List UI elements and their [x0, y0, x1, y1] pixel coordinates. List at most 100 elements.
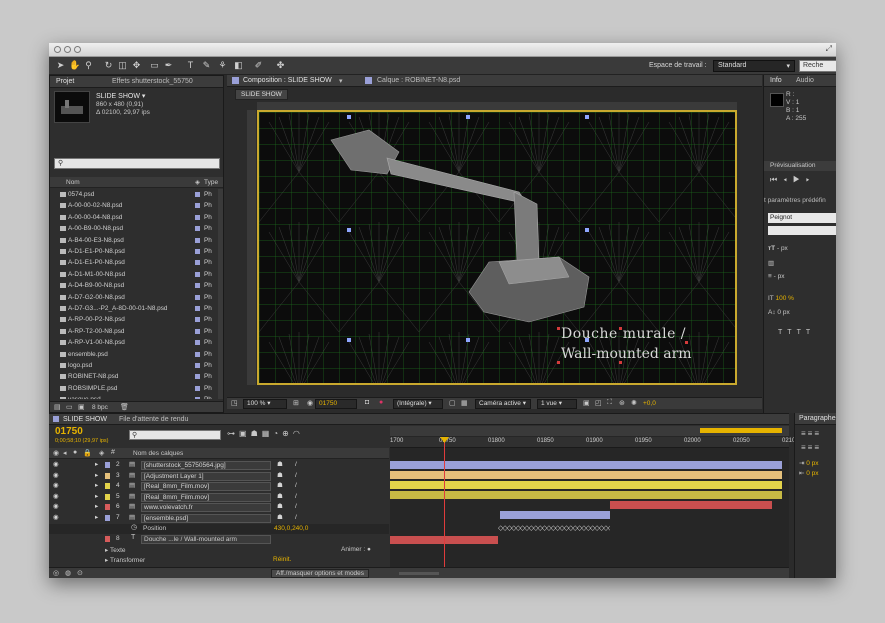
fx-switch-icon[interactable]: / [295, 471, 297, 481]
interpret-icon[interactable]: ▤ [54, 403, 61, 411]
fx-switch-icon[interactable]: / [295, 481, 297, 491]
layer-row[interactable]: ◉ ▸ 7 ▤ [ensemble.psd] ☗ / [49, 513, 389, 523]
layer-name[interactable]: [shutterstock_55750564.jpg] [141, 461, 271, 470]
hand-tool-icon[interactable]: ✋ [69, 60, 80, 71]
transfer-controls-icon[interactable]: ◍ [65, 569, 71, 577]
camera-tool-icon[interactable]: ◫ [117, 60, 128, 71]
tab-render-queue[interactable]: File d'attente de rendu [119, 416, 188, 423]
mask-tool-icon[interactable]: ▭ [149, 60, 160, 71]
project-file-row[interactable]: logo.psd Ph [50, 360, 218, 371]
project-file-row[interactable]: A-D4-B9-00-N8.psd Ph [50, 280, 218, 291]
time-ruler[interactable]: 1700 01750 01800 01850 01900 01950 02000 02050 0… [390, 437, 795, 448]
project-file-row[interactable]: A-D1-E1-P0-N8.psd Ph [50, 257, 218, 268]
project-file-row[interactable]: A-00-00-04-N8.psd Ph [50, 212, 218, 223]
keyframes-row[interactable]: ◇◇◇◇◇◇◇◇◇◇◇◇◇◇◇◇◇◇◇◇◇◇◇◇◇◇◇◇ [498, 525, 610, 533]
visibility-eye-icon[interactable]: ◉ [53, 492, 59, 502]
camera-snapshot-icon[interactable]: ◘ [365, 399, 369, 406]
project-file-row[interactable]: ROBINET-N8.psd Ph [50, 371, 218, 382]
timeline-search-input[interactable]: ⚲ [129, 430, 221, 440]
justify-left-icon[interactable]: ≡ [801, 443, 808, 452]
fast-preview-icon[interactable]: ◰ [595, 399, 602, 407]
brush-tool-icon[interactable]: ✎ [201, 60, 212, 71]
expand-arrow-icon[interactable]: ▸ [95, 471, 98, 481]
pen-tool-icon[interactable]: ✒ [163, 60, 174, 71]
layer-name[interactable]: [Adjustment Layer 1] [141, 471, 271, 481]
shy-switch-icon[interactable]: ☗ [277, 513, 283, 523]
tab-effects[interactable]: Effets shutterstock_55750 [112, 78, 193, 85]
col-name[interactable]: Nom [66, 179, 80, 186]
motion-blur-icon[interactable]: ◔ [273, 429, 282, 438]
expand-arrow-icon[interactable]: ▸ [95, 492, 98, 502]
col-layer-name[interactable]: Nom des calques [133, 450, 183, 457]
exposure-icon[interactable]: ✺ [631, 399, 637, 407]
layer-row[interactable]: ◉ ▸ 3 ▤ [Adjustment Layer 1] ☗ / [49, 471, 389, 481]
visibility-eye-icon[interactable]: ◉ [53, 513, 59, 523]
transparency-grid-icon[interactable]: ▦ [461, 399, 468, 407]
project-file-row[interactable]: A-00-00-02-N8.psd Ph [50, 200, 218, 211]
text-group[interactable]: ▸ Texte [105, 546, 126, 554]
shy-switch-icon[interactable]: ☗ [277, 481, 283, 491]
align-right-icon[interactable]: ≡ [814, 429, 821, 438]
track-bar-4[interactable] [390, 481, 782, 489]
bpc-label[interactable]: 8 bpc [92, 404, 108, 411]
layer-row[interactable]: ◉ ▸ 2 ▤ [shutterstock_55750564.jpg] ☗ / [49, 460, 389, 470]
minimize-window-button[interactable] [64, 46, 71, 53]
track-bar-6[interactable] [610, 501, 772, 509]
draft-3d-icon[interactable]: ▣ [239, 429, 251, 438]
comp-breadcrumb[interactable]: SLIDE SHOW [235, 89, 288, 100]
animate-menu[interactable]: Animer : ● [341, 546, 371, 553]
exposure-value[interactable]: +0,0 [643, 400, 656, 407]
stroke-value[interactable]: - px [774, 273, 785, 280]
layer-name[interactable]: [ensemble.psd] [141, 514, 271, 523]
col-type[interactable]: Type [204, 179, 218, 186]
project-file-row[interactable]: ROBSIMPLE.psd Ph [50, 383, 218, 394]
tab-composition[interactable]: Composition : SLIDE SHOW [243, 77, 332, 84]
project-file-row[interactable]: A-RP-V1-00-N8.psd Ph [50, 337, 218, 348]
camera-select[interactable]: Caméra active ▾ [475, 399, 531, 409]
first-frame-icon[interactable]: ⏮ [770, 175, 783, 184]
expand-arrow-icon[interactable]: ▸ [95, 460, 98, 470]
position-row[interactable]: ◷ Position 430,0,240,0 [49, 524, 389, 534]
reset-link[interactable]: Réinit. [273, 556, 291, 563]
scale-value[interactable]: 100 % [775, 295, 793, 302]
zoom-tool-icon[interactable]: ⚲ [83, 60, 94, 71]
tab-preview[interactable]: Prévisualisation [770, 162, 816, 169]
layer-switches-icon[interactable]: ◎ [53, 569, 59, 577]
tab-audio[interactable]: Audio [796, 77, 814, 84]
always-preview-icon[interactable]: ◳ [231, 399, 238, 407]
project-file-row[interactable]: A-D7-G3...-P2_A-8D-00-01-N8.psd Ph [50, 303, 218, 314]
visibility-eye-icon[interactable]: ◉ [53, 471, 59, 481]
stopwatch-icon[interactable]: ◷ [131, 523, 137, 531]
tab-paragraph[interactable]: Paragraphe [799, 415, 836, 422]
project-file-row[interactable]: vasque.psd Ph [50, 394, 218, 399]
layer-row[interactable]: ◉ ▸ 5 ▤ [Real_8mm_Film.mov] ☗ / [49, 492, 389, 502]
tab-info[interactable]: Info [770, 77, 782, 84]
track-bar-2[interactable] [390, 461, 782, 469]
folder-icon[interactable]: ▭ [66, 403, 73, 411]
align-left-icon[interactable]: ≡ [801, 429, 808, 438]
type-tool-icon[interactable]: T [185, 60, 196, 71]
prev-frame-icon[interactable]: ◂ [783, 175, 793, 184]
fx-switch-icon[interactable]: / [295, 502, 297, 512]
layer-row[interactable]: ◉ ▸ 6 ▤ www.volevatch.fr ☗ / [49, 502, 389, 513]
font-style-select[interactable] [768, 226, 836, 235]
layer-row[interactable]: ◉ ▸ 4 ▤ [Real_8mm_Film.mov] ☗ / [49, 481, 389, 492]
snapshot-icon[interactable]: ◉ [307, 399, 313, 407]
frame-blend-icon[interactable]: ▦ [262, 429, 274, 438]
layer-row-8[interactable]: 8 T Douche ...le / Wall-mounted arm [49, 534, 389, 545]
tab-layer[interactable]: Calque : ROBINET-N8.psd [377, 77, 460, 84]
workspace-select[interactable]: Standard ▾ [713, 60, 795, 72]
expand-arrow-icon[interactable]: ▸ [95, 481, 98, 491]
next-frame-icon[interactable]: ▸ [806, 175, 816, 184]
in-out-icon[interactable]: ⊙ [77, 569, 83, 577]
faux-italic-icon[interactable]: T [787, 329, 796, 336]
shy-icon[interactable]: ☗ [251, 429, 262, 438]
font-select[interactable]: Peignot [768, 213, 836, 223]
channel-icon[interactable]: ● [379, 399, 383, 406]
project-file-row[interactable]: A-D1-M1-00-N8.psd Ph [50, 269, 218, 280]
roto-brush-icon[interactable]: ✐ [253, 60, 264, 71]
comp-name[interactable]: SLIDE SHOW ▾ [96, 92, 145, 100]
shy-switch-icon[interactable]: ☗ [277, 460, 283, 470]
comp-flowchart-icon[interactable]: ⊛ [619, 399, 625, 407]
fullscreen-icon[interactable]: ⤢ [826, 44, 832, 54]
